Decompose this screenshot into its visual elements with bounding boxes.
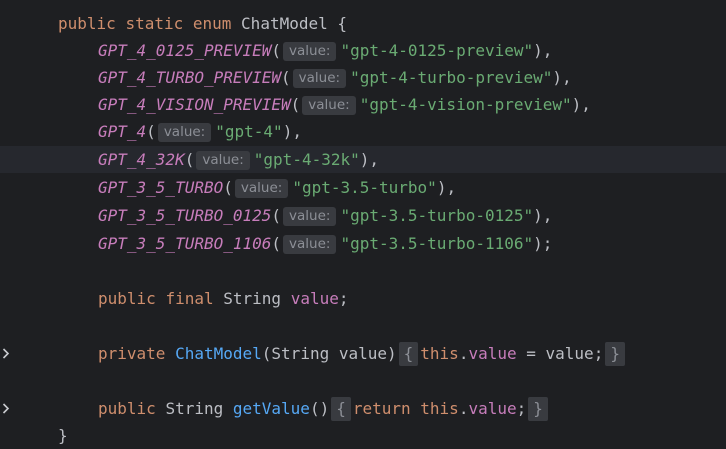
constructor-name: ChatModel bbox=[175, 344, 262, 363]
code-line-constructor[interactable]: private ChatModel(String value){this.val… bbox=[0, 340, 726, 367]
assignment: = value; bbox=[516, 344, 604, 363]
keyword-return: return bbox=[352, 399, 411, 418]
code-line-enum-constant[interactable]: GPT_4_TURBO_PREVIEW(value: "gpt-4-turbo-p… bbox=[0, 64, 726, 91]
punctuation: ), bbox=[571, 95, 591, 114]
type-name: String bbox=[165, 399, 224, 418]
punctuation: ; bbox=[338, 289, 349, 308]
enum-constant-name: GPT_4_TURBO_PREVIEW bbox=[98, 68, 282, 87]
punctuation: . bbox=[458, 399, 469, 418]
keyword-enum: enum bbox=[192, 14, 232, 33]
string-literal: "gpt-4-vision-preview" bbox=[359, 95, 572, 114]
string-literal: "gpt-4-turbo-preview" bbox=[350, 68, 553, 87]
code-line-enum-constant[interactable]: GPT_3_5_TURBO_0125(value: "gpt-3.5-turbo-… bbox=[0, 202, 726, 229]
string-literal: "gpt-4-32k" bbox=[253, 150, 360, 169]
method-name: getValue bbox=[232, 399, 310, 418]
code-line-enum-constant[interactable]: GPT_4(value: "gpt-4"), bbox=[0, 118, 726, 145]
punctuation: ); bbox=[533, 234, 553, 253]
keyword-public: public bbox=[98, 289, 156, 308]
field-reference: value bbox=[468, 344, 517, 363]
code-line-enum-declaration[interactable]: public static enum ChatModel { bbox=[0, 10, 726, 37]
field-reference: value bbox=[468, 399, 517, 418]
code-line-enum-constant[interactable]: GPT_4_VISION_PREVIEW(value: "gpt-4-vision… bbox=[0, 91, 726, 118]
enum-constant-name: GPT_4_VISION_PREVIEW bbox=[98, 95, 291, 114]
keyword-static: static bbox=[125, 14, 184, 33]
folded-open-brace[interactable]: { bbox=[398, 342, 419, 366]
enum-name: ChatModel bbox=[241, 14, 328, 33]
keyword-final: final bbox=[165, 289, 214, 308]
code-line-enum-constant-current[interactable]: GPT_4_32K(value: "gpt-4-32k"), bbox=[0, 146, 726, 173]
punctuation: ), bbox=[436, 178, 457, 197]
punctuation: ), bbox=[533, 206, 553, 225]
punctuation: ), bbox=[359, 150, 380, 169]
type-name: String bbox=[223, 289, 282, 308]
string-literal: "gpt-3.5-turbo-1106" bbox=[340, 234, 534, 253]
punctuation: . bbox=[458, 344, 469, 363]
code-line-enum-constant[interactable]: GPT_3_5_TURBO(value: "gpt-3.5-turbo"), bbox=[0, 174, 726, 201]
code-line-getter-method[interactable]: public String getValue(){return this.val… bbox=[0, 395, 726, 422]
string-literal: "gpt-4" bbox=[215, 122, 283, 141]
enum-constant-name: GPT_3_5_TURBO_1106 bbox=[98, 234, 272, 253]
parameter-list: (String value) bbox=[261, 344, 397, 363]
parameter-hint: value: bbox=[283, 235, 337, 254]
folded-close-brace[interactable]: } bbox=[528, 397, 548, 421]
punctuation: ), bbox=[282, 122, 302, 141]
punctuation: ; bbox=[516, 399, 527, 418]
enum-constant-name: GPT_4_32K bbox=[98, 150, 185, 169]
punctuation: ), bbox=[552, 68, 572, 87]
string-literal: "gpt-4-0125-preview" bbox=[340, 41, 534, 60]
parameter-hint: value: bbox=[302, 96, 356, 115]
code-line-field-declaration[interactable]: public final String value; bbox=[0, 285, 726, 312]
string-literal: "gpt-3.5-turbo-0125" bbox=[340, 206, 534, 225]
enum-constant-name: GPT_4 bbox=[98, 122, 147, 141]
field-name: value bbox=[290, 289, 339, 308]
parameter-hint: value: bbox=[283, 207, 337, 226]
parentheses: () bbox=[309, 399, 330, 418]
close-brace: } bbox=[58, 426, 68, 445]
enum-constant-name: GPT_3_5_TURBO bbox=[98, 178, 224, 197]
code-line-enum-constant[interactable]: GPT_4_0125_PREVIEW(value: "gpt-4-0125-pre… bbox=[0, 37, 726, 64]
code-line-closing-brace[interactable]: } bbox=[0, 422, 726, 449]
parameter-hint: value: bbox=[157, 123, 212, 142]
parameter-hint: value: bbox=[292, 69, 347, 88]
enum-constant-name: GPT_3_5_TURBO_0125 bbox=[98, 206, 272, 225]
keyword-public: public bbox=[98, 399, 156, 418]
code-editor[interactable]: public static enum ChatModel { GPT_4_012… bbox=[0, 0, 726, 449]
punctuation: ), bbox=[533, 41, 553, 60]
parameter-hint: value: bbox=[196, 151, 250, 170]
parameter-hint: value: bbox=[283, 42, 337, 61]
folded-open-brace[interactable]: { bbox=[331, 397, 351, 421]
string-literal: "gpt-3.5-turbo" bbox=[292, 178, 437, 197]
keyword-private: private bbox=[98, 344, 166, 363]
parameter-hint: value: bbox=[234, 179, 289, 198]
keyword-public: public bbox=[58, 14, 116, 33]
open-brace: { bbox=[337, 14, 348, 33]
code-line-enum-constant[interactable]: GPT_3_5_TURBO_1106(value: "gpt-3.5-turbo-… bbox=[0, 230, 726, 257]
enum-constant-name: GPT_4_0125_PREVIEW bbox=[98, 41, 272, 60]
folded-close-brace[interactable]: } bbox=[605, 342, 625, 366]
keyword-this: this bbox=[420, 344, 459, 363]
keyword-this: this bbox=[420, 399, 459, 418]
